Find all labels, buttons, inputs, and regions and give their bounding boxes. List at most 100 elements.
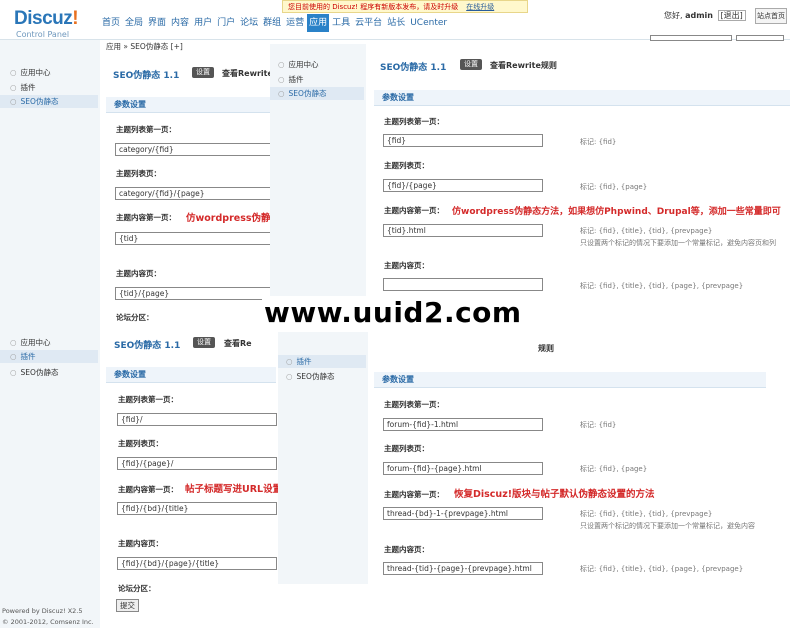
hint-content-first: 标记: {fid}, {title}, {tid}, {prevpage} xyxy=(580,510,713,518)
view-rewrite-link[interactable]: 查看Rewrite xyxy=(222,68,273,79)
page-title: SEO伪静态 1.1 xyxy=(380,63,447,73)
sidebar-item-plugins[interactable]: ○ 插件 xyxy=(278,355,366,368)
bullet-icon: ○ xyxy=(278,75,285,84)
logo-text: Discuz xyxy=(14,8,73,29)
hint-content-first-note: 只设置两个标记的情况下要添加一个常量标记，避免内容页和列 xyxy=(580,239,776,247)
nav-item[interactable]: 工具 xyxy=(330,14,352,32)
sidebar-item-label: 插件 xyxy=(20,83,36,92)
search-input[interactable] xyxy=(650,35,732,41)
sidebar xyxy=(278,332,368,584)
sidebar-item-app-center[interactable]: ○ 应用中心 xyxy=(10,337,51,348)
upgrade-notice: 您目前使用的 Discuz! 程序有新版本发布，请及时升级 在线升级 xyxy=(282,0,528,13)
sidebar xyxy=(0,40,100,628)
section-header: 参数设置 xyxy=(106,97,270,113)
label-list: 主题列表页： xyxy=(384,444,429,453)
label-content-first: 主题内容第一页： xyxy=(384,206,444,215)
sidebar-item-app-center[interactable]: ○ 应用中心 xyxy=(278,59,319,70)
bullet-icon: ○ xyxy=(10,352,17,361)
greeting: 您好, xyxy=(664,11,686,20)
sidebar-item-label: 插件 xyxy=(20,352,36,361)
main-nav: 首页 全局 界面 内容 用户 门户 论坛 群组 运营 应用 工具 云平台 站长 UCenter xyxy=(100,14,450,32)
nav-item[interactable]: 云平台 xyxy=(353,14,384,32)
view-rewrite-link-tail[interactable]: 规则 xyxy=(538,343,554,354)
label-list-first: 主题列表第一页： xyxy=(116,125,176,134)
label-list: 主题列表页： xyxy=(116,169,161,178)
search-input-2[interactable] xyxy=(736,35,784,41)
hint-list-first: 标记: {fid} xyxy=(580,138,617,146)
logout-button[interactable]: [退出] xyxy=(717,10,746,21)
view-rewrite-link[interactable]: 查看Rewrite规则 xyxy=(490,60,557,71)
annotation-discuz-default: 恢复Discuz!版块与帖子默认伪静态设置的方法 xyxy=(454,489,655,500)
nav-item[interactable]: 用户 xyxy=(192,14,214,32)
content-input[interactable] xyxy=(383,278,543,291)
list-first-input[interactable]: {fid}/ xyxy=(117,413,277,426)
sidebar-item-plugins[interactable]: ○ 插件 xyxy=(278,74,304,85)
upgrade-notice-text: 您目前使用的 Discuz! 程序有新版本发布，请及时升级 xyxy=(288,3,459,11)
sidebar-item-label: SEO伪静态 xyxy=(288,89,327,98)
bullet-icon: ○ xyxy=(10,97,17,106)
content-first-input[interactable]: thread-{bd}-1-{prevpage}.html xyxy=(383,507,543,520)
label-list-first: 主题列表第一页： xyxy=(384,117,444,126)
footer-copyright: © 2001-2012, Comsenz Inc. xyxy=(2,618,94,626)
list-first-input[interactable]: category/{fid} xyxy=(115,143,271,156)
list-input[interactable]: category/{fid}/{page} xyxy=(115,187,271,200)
sidebar-item-seo[interactable]: ○ SEO伪静态 xyxy=(0,95,98,108)
label-content: 主题内容页： xyxy=(116,269,161,278)
annotation-phpwind: 仿wordpress伪静态方法，如果想仿Phpwind、Drupal等，添加一些… xyxy=(452,207,781,217)
bullet-icon: ○ xyxy=(10,68,17,77)
content-input[interactable]: {fid}/{bd}/{page}/{title} xyxy=(117,557,277,570)
nav-item[interactable]: 站长 xyxy=(385,14,407,32)
sidebar-item-seo[interactable]: ○ SEO伪静态 xyxy=(10,367,58,378)
hint-content-first-note: 只设置两个标记的情况下要添加一个常量标记，避免内容 xyxy=(580,522,755,530)
list-input[interactable]: forum-{fid}-{page}.html xyxy=(383,462,543,475)
nav-item[interactable]: 门户 xyxy=(215,14,237,32)
content-input[interactable]: {tid}/{page} xyxy=(115,287,271,300)
list-input[interactable]: {fid}/{page}/ xyxy=(117,457,277,470)
discuz-logo[interactable]: Discuz! xyxy=(14,8,79,30)
nav-item[interactable]: UCenter xyxy=(408,14,449,32)
settings-button[interactable]: 设置 xyxy=(193,337,215,348)
user-info: 您好, admin [退出] xyxy=(664,10,746,21)
sidebar-item-seo[interactable]: ○ SEO伪静态 xyxy=(270,87,364,100)
logo-exclamation: ! xyxy=(72,8,79,29)
breadcrumb: 应用 » SEO伪静态 [+] xyxy=(106,42,183,51)
nav-item[interactable]: 论坛 xyxy=(238,14,260,32)
bullet-icon: ○ xyxy=(278,89,285,98)
label-forum-category: 论坛分区： xyxy=(118,584,156,593)
hint-list: 标记: {fid}, {page} xyxy=(580,465,648,473)
settings-button[interactable]: 设置 xyxy=(192,67,214,78)
content-input[interactable]: thread-{tid}-{page}-{prevpage}.html xyxy=(383,562,543,575)
nav-item[interactable]: 运营 xyxy=(284,14,306,32)
nav-item[interactable]: 全局 xyxy=(123,14,145,32)
list-input[interactable]: {fid}/{page} xyxy=(383,179,543,192)
view-rewrite-link[interactable]: 查看Re xyxy=(224,338,252,349)
content-first-input[interactable]: {fid}/{bd}/{title} xyxy=(117,502,277,515)
section-header: 参数设置 xyxy=(374,372,766,388)
nav-item[interactable]: 界面 xyxy=(146,14,168,32)
settings-button[interactable]: 设置 xyxy=(460,59,482,70)
sidebar-item-label: SEO伪静态 xyxy=(296,372,335,381)
sidebar-item-plugins[interactable]: ○ 插件 xyxy=(0,350,98,363)
nav-item[interactable]: 群组 xyxy=(261,14,283,32)
label-list: 主题列表页： xyxy=(118,439,163,448)
submit-button[interactable]: 提交 xyxy=(116,599,139,612)
sidebar-item-app-center[interactable]: ○ 应用中心 xyxy=(10,67,51,78)
list-first-input[interactable]: forum-{fid}-1.html xyxy=(383,418,543,431)
bullet-icon: ○ xyxy=(10,368,17,377)
nav-item[interactable]: 首页 xyxy=(100,14,122,32)
upgrade-link[interactable]: 在线升级 xyxy=(466,3,494,11)
sidebar-item-label: 应用中心 xyxy=(20,338,51,347)
list-first-input[interactable]: {fid} xyxy=(383,134,543,147)
label-content: 主题内容页： xyxy=(118,539,163,548)
hint-content-first: 标记: {fid}, {title}, {tid}, {prevpage} xyxy=(580,227,713,235)
nav-item[interactable]: 内容 xyxy=(169,14,191,32)
sidebar-item-seo[interactable]: ○ SEO伪静态 xyxy=(278,371,334,382)
sidebar-item-label: 插件 xyxy=(288,75,304,84)
sidebar-item-plugins[interactable]: ○ 插件 xyxy=(10,82,36,93)
content-first-input[interactable]: {tid}.html xyxy=(383,224,543,237)
nav-item[interactable]: 应用 xyxy=(307,14,330,32)
site-home-button[interactable]: 站点首页 xyxy=(755,8,787,24)
content-first-input[interactable]: {tid} xyxy=(115,232,271,245)
username: admin xyxy=(685,11,713,20)
sidebar-item-label: 插件 xyxy=(296,357,312,366)
